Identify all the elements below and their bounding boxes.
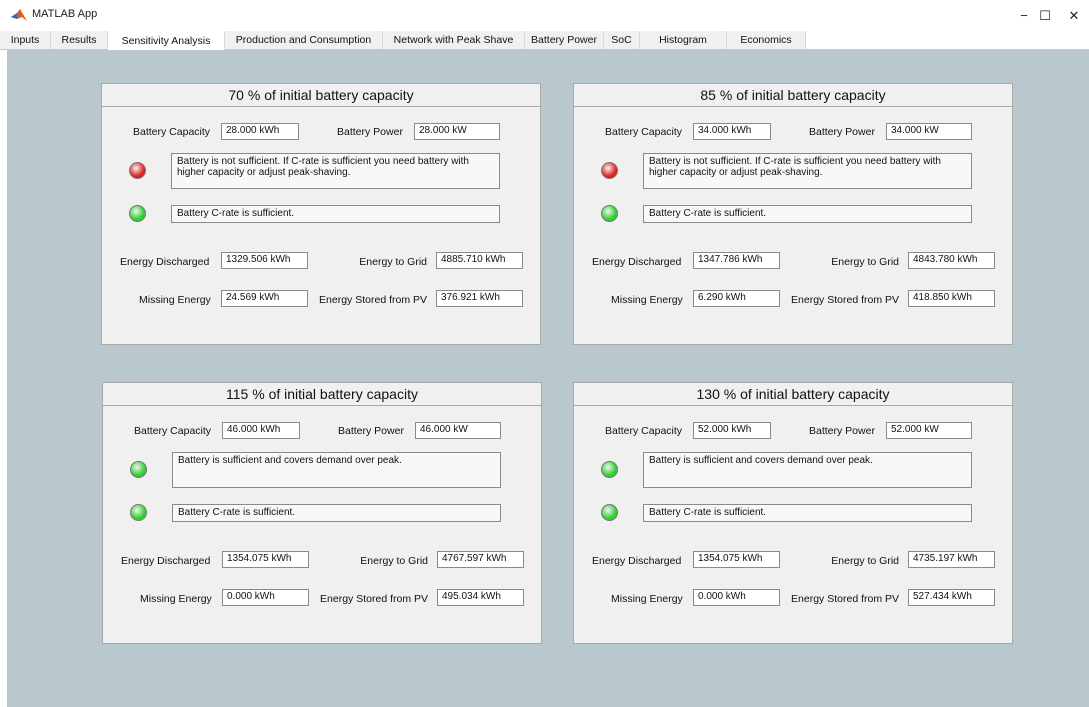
missing-energy-label: Missing Energy bbox=[140, 593, 212, 605]
battery-capacity-label: Battery Capacity bbox=[134, 425, 212, 437]
capacity-status-message: Battery is not sufficient. If C-rate is … bbox=[171, 153, 500, 189]
tab-economics[interactable]: Economics bbox=[727, 31, 806, 49]
capacity-status-lamp bbox=[129, 162, 146, 179]
matlab-logo-icon bbox=[11, 9, 27, 21]
battery-capacity-field[interactable]: 34.000 kWh bbox=[693, 123, 771, 140]
energy-stored-from-pv-label: Energy Stored from PV bbox=[791, 294, 899, 306]
battery-power-field[interactable]: 34.000 kW bbox=[886, 123, 972, 140]
energy-to-grid-field[interactable]: 4885.710 kWh bbox=[436, 252, 523, 269]
crate-status-lamp bbox=[601, 205, 618, 222]
panel-title: 115 % of initial battery capacity bbox=[103, 383, 541, 406]
tab-results[interactable]: Results bbox=[51, 31, 108, 49]
energy-stored-from-pv-field[interactable]: 495.034 kWh bbox=[437, 589, 524, 606]
missing-energy-field[interactable]: 0.000 kWh bbox=[222, 589, 309, 606]
crate-status-message: Battery C-rate is sufficient. bbox=[643, 504, 972, 522]
tab-soc[interactable]: SoC bbox=[604, 31, 640, 49]
capacity-status-lamp bbox=[601, 162, 618, 179]
crate-status-lamp bbox=[129, 205, 146, 222]
close-button[interactable]: ✕ bbox=[1055, 0, 1089, 31]
battery-capacity-field[interactable]: 28.000 kWh bbox=[221, 123, 299, 140]
energy-stored-from-pv-field[interactable]: 418.850 kWh bbox=[908, 290, 995, 307]
crate-status-message: Battery C-rate is sufficient. bbox=[172, 504, 501, 522]
capacity-status-lamp bbox=[130, 461, 147, 478]
panel-85-percent: 85 % of initial battery capacity Battery … bbox=[573, 83, 1013, 345]
energy-discharged-field[interactable]: 1347.786 kWh bbox=[693, 252, 780, 269]
panel-115-percent: 115 % of initial battery capacity Battery… bbox=[102, 382, 542, 644]
energy-stored-from-pv-label: Energy Stored from PV bbox=[791, 593, 899, 605]
capacity-status-message: Battery is sufficient and covers demand … bbox=[172, 452, 501, 488]
energy-stored-from-pv-label: Energy Stored from PV bbox=[319, 294, 427, 306]
tab-production-and-consumption[interactable]: Production and Consumption bbox=[225, 31, 383, 49]
energy-discharged-label: Energy Discharged bbox=[121, 555, 211, 567]
energy-to-grid-field[interactable]: 4735.197 kWh bbox=[908, 551, 995, 568]
capacity-status-message: Battery is not sufficient. If C-rate is … bbox=[643, 153, 972, 189]
battery-power-label: Battery Power bbox=[338, 425, 404, 437]
battery-power-field[interactable]: 52.000 kW bbox=[886, 422, 972, 439]
crate-status-message: Battery C-rate is sufficient. bbox=[643, 205, 972, 223]
crate-status-lamp bbox=[601, 504, 618, 521]
panel-title: 130 % of initial battery capacity bbox=[574, 383, 1012, 406]
tab-bar: Inputs Results Sensitivity Analysis Prod… bbox=[0, 31, 1089, 50]
battery-capacity-label: Battery Capacity bbox=[605, 126, 683, 138]
energy-discharged-field[interactable]: 1329.506 kWh bbox=[221, 252, 308, 269]
battery-capacity-field[interactable]: 46.000 kWh bbox=[222, 422, 300, 439]
battery-power-label: Battery Power bbox=[809, 425, 875, 437]
energy-to-grid-label: Energy to Grid bbox=[831, 555, 899, 567]
energy-to-grid-label: Energy to Grid bbox=[360, 555, 428, 567]
energy-discharged-label: Energy Discharged bbox=[592, 555, 682, 567]
battery-power-field[interactable]: 46.000 kW bbox=[415, 422, 501, 439]
tab-histogram[interactable]: Histogram bbox=[640, 31, 727, 49]
capacity-status-lamp bbox=[601, 461, 618, 478]
tab-inputs[interactable]: Inputs bbox=[0, 31, 51, 49]
energy-to-grid-field[interactable]: 4767.597 kWh bbox=[437, 551, 524, 568]
energy-stored-from-pv-field[interactable]: 527.434 kWh bbox=[908, 589, 995, 606]
tab-bar-filler bbox=[806, 31, 1089, 49]
energy-discharged-field[interactable]: 1354.075 kWh bbox=[693, 551, 780, 568]
panel-130-percent: 130 % of initial battery capacity Battery… bbox=[573, 382, 1013, 644]
tab-sensitivity-analysis[interactable]: Sensitivity Analysis bbox=[108, 31, 225, 50]
battery-power-field[interactable]: 28.000 kW bbox=[414, 123, 500, 140]
energy-stored-from-pv-field[interactable]: 376.921 kWh bbox=[436, 290, 523, 307]
energy-to-grid-label: Energy to Grid bbox=[359, 256, 427, 268]
energy-discharged-label: Energy Discharged bbox=[120, 256, 210, 268]
missing-energy-field[interactable]: 6.290 kWh bbox=[693, 290, 780, 307]
battery-capacity-label: Battery Capacity bbox=[133, 126, 211, 138]
missing-energy-field[interactable]: 0.000 kWh bbox=[693, 589, 780, 606]
energy-stored-from-pv-label: Energy Stored from PV bbox=[320, 593, 428, 605]
missing-energy-field[interactable]: 24.569 kWh bbox=[221, 290, 308, 307]
energy-to-grid-label: Energy to Grid bbox=[831, 256, 899, 268]
capacity-status-message: Battery is sufficient and covers demand … bbox=[643, 452, 972, 488]
battery-capacity-field[interactable]: 52.000 kWh bbox=[693, 422, 771, 439]
window-title-bar: MATLAB App − ☐ ✕ bbox=[0, 0, 1089, 31]
battery-power-label: Battery Power bbox=[337, 126, 403, 138]
battery-capacity-label: Battery Capacity bbox=[605, 425, 683, 437]
missing-energy-label: Missing Energy bbox=[611, 294, 683, 306]
energy-discharged-label: Energy Discharged bbox=[592, 256, 682, 268]
crate-status-message: Battery C-rate is sufficient. bbox=[171, 205, 500, 223]
missing-energy-label: Missing Energy bbox=[139, 294, 211, 306]
missing-energy-label: Missing Energy bbox=[611, 593, 683, 605]
sensitivity-analysis-content: 70 % of initial battery capacity Battery … bbox=[7, 50, 1089, 707]
tab-network-with-peak-shave[interactable]: Network with Peak Shave bbox=[383, 31, 525, 49]
panel-70-percent: 70 % of initial battery capacity Battery … bbox=[101, 83, 541, 345]
battery-power-label: Battery Power bbox=[809, 126, 875, 138]
crate-status-lamp bbox=[130, 504, 147, 521]
window-title: MATLAB App bbox=[32, 8, 98, 20]
panel-title: 85 % of initial battery capacity bbox=[574, 84, 1012, 107]
energy-discharged-field[interactable]: 1354.075 kWh bbox=[222, 551, 309, 568]
panel-title: 70 % of initial battery capacity bbox=[102, 84, 540, 107]
energy-to-grid-field[interactable]: 4843.780 kWh bbox=[908, 252, 995, 269]
tab-battery-power[interactable]: Battery Power bbox=[525, 31, 604, 49]
